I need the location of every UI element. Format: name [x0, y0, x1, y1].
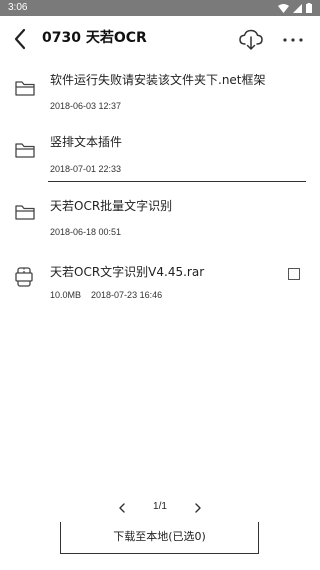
battery-icon	[306, 3, 312, 13]
signal-icon	[293, 3, 302, 13]
file-date: 2018-07-01 22:33	[50, 164, 122, 174]
file-date: 2018-06-18 00:51	[50, 227, 122, 237]
file-name: 竖排文本插件	[50, 135, 123, 149]
arrow-left-icon	[8, 28, 34, 56]
page-indicator: 1/1	[153, 501, 167, 512]
status-bar: 3:06	[0, 0, 320, 16]
screen: 3:06 0730 天若OCR 软件运行失败请安装该文件夹下.net框架 201…	[0, 0, 320, 570]
list-item[interactable]: 天若OCR文字识别V4.45.rar 10.0MB 2018-07-23 16:4…	[0, 254, 320, 310]
cloud-download-button[interactable]	[238, 28, 264, 52]
status-time: 3:06	[8, 2, 28, 13]
file-date: 2018-06-03 12:37	[50, 101, 122, 111]
folder-icon	[14, 78, 36, 98]
pagination: 1/1	[0, 498, 320, 516]
archive-file-icon	[14, 266, 36, 287]
status-icons	[278, 2, 312, 14]
file-meta: 2018-06-18 00:51	[50, 226, 121, 238]
list-item[interactable]: 软件运行失败请安装该文件夹下.net框架 2018-06-03 12:37	[0, 62, 320, 120]
more-horizontal-icon	[280, 37, 306, 56]
download-to-local-button[interactable]: 下载至本地(已选0)	[60, 522, 259, 554]
back-button[interactable]	[8, 26, 34, 52]
folder-icon	[14, 140, 36, 160]
list-item[interactable]: 天若OCR批量文字识别 2018-06-18 00:51	[0, 186, 320, 246]
file-meta: 2018-07-01 22:33	[50, 163, 121, 175]
folder-icon	[14, 202, 36, 222]
next-page-button[interactable]	[192, 500, 204, 514]
chevron-right-icon	[192, 500, 204, 519]
file-name: 天若OCR文字识别V4.45.rar	[50, 265, 205, 279]
page-title: 0730 天若OCR	[42, 30, 147, 46]
file-date: 2018-07-23 16:46	[91, 290, 163, 300]
more-options-button[interactable]	[280, 28, 306, 52]
chevron-left-icon	[116, 500, 128, 519]
header: 0730 天若OCR	[0, 16, 320, 62]
file-meta: 10.0MB 2018-07-23 16:46	[50, 289, 162, 301]
file-name: 软件运行失败请安装该文件夹下.net框架	[50, 73, 266, 87]
cloud-download-icon	[238, 29, 264, 56]
prev-page-button[interactable]	[116, 500, 128, 514]
file-size: 10.0MB	[50, 290, 82, 300]
wifi-icon	[278, 3, 289, 13]
file-select-checkbox[interactable]	[288, 268, 300, 280]
divider	[48, 181, 306, 182]
list-item[interactable]: 竖排文本插件 2018-07-01 22:33	[0, 120, 320, 182]
file-meta: 2018-06-03 12:37	[50, 100, 121, 112]
file-name: 天若OCR批量文字识别	[50, 199, 173, 213]
